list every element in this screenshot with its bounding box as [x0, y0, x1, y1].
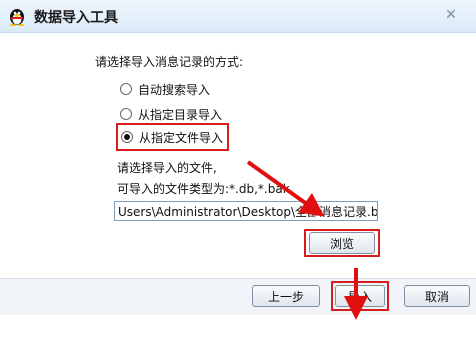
file-path-value: Users\Administrator\Desktop\全部消息记录.bak — [118, 205, 378, 219]
option-auto-search[interactable]: 自动搜索导入 — [120, 78, 210, 100]
option-from-directory-label: 从指定目录导入 — [138, 107, 223, 122]
option-auto-search-label: 自动搜索导入 — [138, 82, 211, 97]
prev-step-button[interactable]: 上一步 — [252, 285, 320, 307]
option-from-directory[interactable]: 从指定目录导入 — [120, 103, 222, 125]
radio-auto-search[interactable] — [120, 83, 132, 95]
radio-from-file[interactable] — [121, 131, 133, 143]
import-button[interactable]: 导入 — [335, 285, 385, 307]
import-method-prompt: 请选择导入消息记录的方式: — [95, 55, 244, 69]
window-title: 数据导入工具 — [34, 10, 118, 26]
title-bar: 数据导入工具 ✕ — [0, 0, 476, 33]
radio-from-directory[interactable] — [120, 108, 132, 120]
dialog-footer: 上一步 导入 取消 — [0, 278, 476, 315]
cancel-button[interactable]: 取消 — [404, 285, 470, 307]
close-icon[interactable]: ✕ — [442, 6, 460, 24]
file-path-input[interactable]: Users\Administrator\Desktop\全部消息记录.bak — [114, 201, 378, 221]
qq-penguin-icon — [10, 9, 24, 26]
browse-button[interactable]: 浏览 — [309, 232, 375, 254]
file-select-label: 请选择导入的文件, — [117, 161, 217, 175]
file-types-label: 可导入的文件类型为:*.db,*.bak — [117, 182, 290, 196]
option-from-file[interactable]: 从指定文件导入 — [116, 123, 230, 151]
option-from-file-label: 从指定文件导入 — [139, 130, 224, 145]
